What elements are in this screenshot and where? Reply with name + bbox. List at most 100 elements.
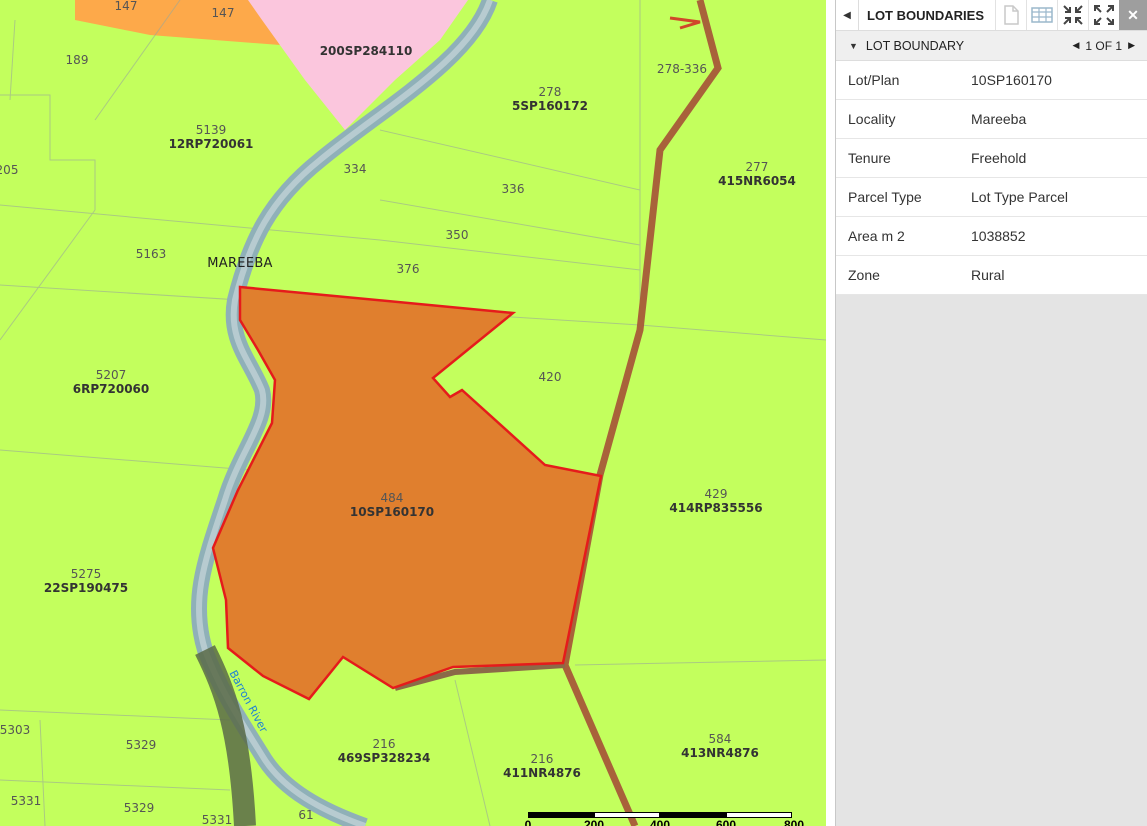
previous-record-icon[interactable]: ◀	[1072, 40, 1079, 51]
parcel-number: 5275	[70, 567, 102, 581]
attribute-row: Area m 2 1038852	[836, 216, 1147, 256]
parcel-plan: 414RP835556	[669, 501, 763, 515]
parcel-number: 376	[396, 262, 420, 276]
parcel-plan: 415NR6054	[718, 174, 796, 188]
attribute-value: Freehold	[971, 138, 1147, 178]
parcel-plan: 469SP328234	[337, 751, 431, 765]
parcel-plan: 5SP160172	[512, 99, 588, 113]
attribute-row: Zone Rural	[836, 255, 1147, 295]
parcel-label: 334	[344, 162, 367, 176]
parcel-label: 189	[66, 53, 89, 67]
parcel-number: 147	[114, 0, 138, 13]
attribute-value: 1038852	[971, 216, 1147, 256]
parcel-label: 336	[502, 182, 525, 196]
parcel-number: 278	[538, 85, 562, 99]
parcel-label: 429 414RP835556	[669, 487, 762, 515]
parcel-number: 350	[445, 228, 469, 242]
parcel-plan: 12RP720061	[168, 137, 254, 151]
scale-label-600: 600	[715, 818, 737, 826]
parcel-number: 189	[65, 53, 89, 67]
parcel-label: 350	[446, 228, 469, 242]
attribute-key: Parcel Type	[836, 177, 971, 217]
map-view[interactable]: 147 147 200SP284110 189 278 5SP160172 278-336 5…	[0, 0, 826, 826]
parcel-number: 5329	[123, 801, 155, 815]
attribute-row: Lot/Plan 10SP160170	[836, 61, 1147, 100]
document-icon[interactable]	[995, 0, 1026, 30]
panel-title: LOT BOUNDARIES	[867, 7, 984, 23]
parcel-label: 5329	[126, 738, 157, 752]
parcel-number: 5331	[201, 813, 233, 826]
place-label: MAREEBA	[207, 256, 273, 271]
caret-down-icon[interactable]: ▼	[836, 41, 858, 51]
parcel-label: 484 10SP160170	[350, 491, 434, 519]
close-icon[interactable]: ✕	[1119, 0, 1147, 30]
attribute-value: 10SP160170	[971, 61, 1147, 100]
parcel-number: 147	[211, 6, 235, 20]
parcel-number: 5303	[0, 723, 31, 737]
attribute-value: Rural	[971, 255, 1147, 295]
attribute-table: Lot/Plan 10SP160170 Locality Mareeba Tenure F…	[836, 61, 1147, 295]
parcel-label: 216 411NR4876	[503, 752, 581, 780]
parcel-plan: 10SP160170	[349, 505, 435, 519]
pager-text: 1 OF 1	[1085, 38, 1123, 53]
parcel-label: 5275 22SP190475	[44, 567, 128, 595]
parcel-label: 5331	[202, 813, 233, 826]
parcel-label: 5331	[11, 794, 42, 808]
record-pager: ◀ 1 OF 1 ▶	[1072, 39, 1147, 53]
parcel-label: 61	[298, 808, 313, 822]
parcel-number: 484	[380, 491, 404, 505]
parcel-number: 5329	[125, 738, 157, 752]
parcel-number: 278-336	[656, 62, 708, 76]
parcel-label: 5163	[136, 247, 167, 261]
attribute-row: Tenure Freehold	[836, 138, 1147, 178]
parcel-number: 5331	[10, 794, 42, 808]
expand-arrows-icon[interactable]	[1088, 0, 1119, 30]
parcel-number: 216	[372, 737, 396, 751]
parcel-number: 5163	[135, 247, 167, 261]
parcel-label: 5303	[0, 723, 30, 737]
parcel-label: 278 5SP160172	[512, 85, 588, 113]
parcel-plan: 6RP720060	[72, 382, 150, 396]
parcel-label: 216 469SP328234	[338, 737, 431, 765]
parcel-label: 376	[397, 262, 420, 276]
scale-label-200: 200	[583, 818, 605, 826]
attribute-row: Locality Mareeba	[836, 99, 1147, 139]
parcel-number: 216	[530, 752, 554, 766]
lot-boundaries-panel: ◀ LOT BOUNDARIES ✕ ▼ LOT BOUNDARY ◀ 1 OF…	[835, 0, 1147, 826]
parcel-number: 61	[298, 808, 314, 822]
parcel-plan: 411NR4876	[503, 766, 581, 780]
attribute-key: Locality	[836, 99, 971, 139]
parcel-number: 5207	[95, 368, 127, 382]
attribute-key: Tenure	[836, 138, 971, 178]
scale-label-400: 400	[649, 818, 671, 826]
next-record-icon[interactable]: ▶	[1128, 40, 1135, 51]
parcel-number: 334	[343, 162, 367, 176]
map-canvas	[0, 0, 826, 826]
attribute-key: Zone	[836, 255, 971, 295]
scale-label-800: 800 m	[783, 818, 805, 826]
collapse-panel-button[interactable]: ◀	[836, 0, 859, 30]
parcel-label: 200SP284110	[320, 44, 413, 58]
parcel-label: 420	[539, 370, 562, 384]
caret-left-icon: ◀	[843, 9, 851, 21]
collapse-arrows-icon[interactable]	[1057, 0, 1088, 30]
attribute-key: Area m 2	[836, 216, 971, 256]
scale-label-0: 0	[524, 818, 532, 826]
parcel-number: 205	[0, 163, 19, 177]
parcel-number: 429	[704, 487, 728, 501]
parcel-number: 5139	[195, 123, 227, 137]
attribute-key: Lot/Plan	[836, 61, 971, 100]
parcel-number: 277	[745, 160, 769, 174]
parcel-label: 5329	[124, 801, 155, 815]
lot-boundary-section-header[interactable]: ▼ LOT BOUNDARY ◀ 1 OF 1 ▶	[836, 31, 1147, 61]
parcel-label: 205	[0, 163, 18, 177]
table-icon[interactable]	[1026, 0, 1057, 30]
parcel-label: 278-336	[657, 62, 707, 76]
attribute-row: Parcel Type Lot Type Parcel	[836, 177, 1147, 217]
parcel-label: 147	[212, 6, 235, 20]
parcel-number: 584	[708, 732, 732, 746]
parcel-number: 420	[538, 370, 562, 384]
parcel-number: 336	[501, 182, 525, 196]
parcel-plan: 22SP190475	[43, 581, 129, 595]
parcel-label: 5207 6RP720060	[73, 368, 149, 396]
